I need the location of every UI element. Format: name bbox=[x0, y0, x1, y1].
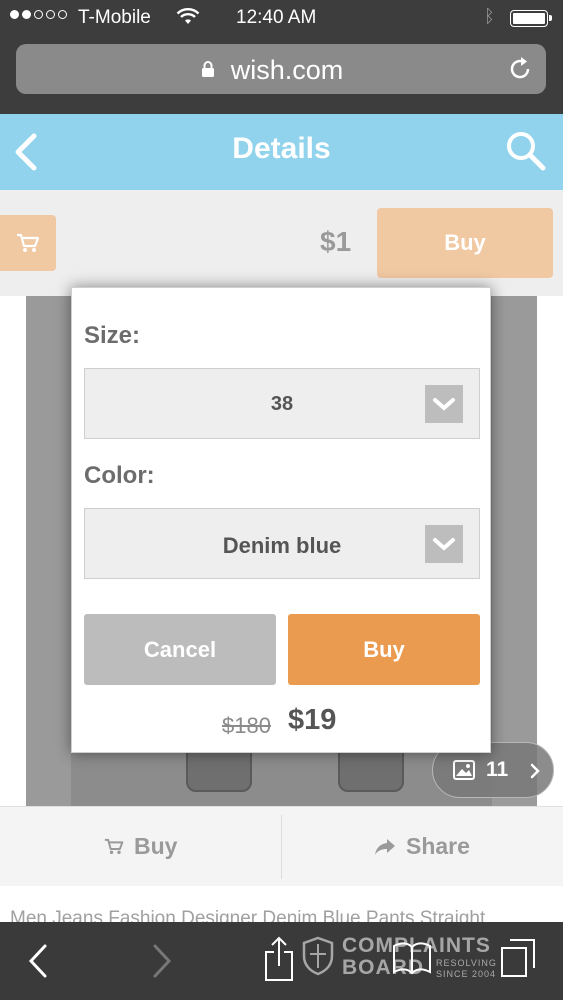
original-price: $180 bbox=[222, 713, 271, 738]
watermark-logo: COMPLAINTS BOARD RESOLVING SINCE 2004 bbox=[300, 934, 530, 984]
gallery-count: 11 bbox=[486, 758, 509, 781]
action-bar: Buy Share bbox=[0, 806, 563, 886]
confirm-buy-button[interactable]: Buy bbox=[288, 614, 480, 685]
cart-icon bbox=[17, 233, 40, 252]
wifi-icon bbox=[176, 8, 200, 24]
buy-button[interactable]: Buy bbox=[377, 208, 553, 278]
chevron-down-icon bbox=[425, 385, 463, 423]
bluetooth-icon: ᛒ bbox=[484, 6, 495, 26]
share-icon[interactable] bbox=[262, 936, 296, 982]
share-arrow-icon bbox=[375, 838, 395, 855]
forward-icon[interactable] bbox=[150, 942, 174, 980]
watermark-line1: COMPLAINTS bbox=[342, 934, 491, 957]
shield-icon bbox=[302, 936, 334, 976]
color-select[interactable]: Denim blue bbox=[84, 508, 480, 579]
chevron-right-icon bbox=[530, 763, 540, 779]
image-edge bbox=[492, 296, 537, 806]
url-text: wish.com bbox=[230, 55, 344, 85]
back-icon[interactable] bbox=[26, 942, 50, 980]
buy-action[interactable]: Buy bbox=[104, 833, 177, 860]
product-description: Men Jeans Fashion Designer Denim Blue Pa… bbox=[0, 886, 563, 922]
reload-icon[interactable] bbox=[508, 56, 532, 82]
product-title: Men Jeans Fashion Designer Denim Blue Pa… bbox=[10, 908, 486, 922]
watermark-tagline2: SINCE 2004 bbox=[436, 969, 497, 979]
share-action[interactable]: Share bbox=[374, 833, 470, 860]
search-icon[interactable] bbox=[505, 130, 547, 172]
size-select[interactable]: 38 bbox=[84, 368, 480, 439]
address-bar[interactable]: wish.com bbox=[16, 44, 546, 94]
sale-price: $19 bbox=[288, 704, 337, 736]
watermark-tagline: RESOLVING SINCE 2004 bbox=[436, 958, 497, 980]
variant-selector-modal: Size: 38 Color: Denim blue Cancel Buy $1… bbox=[71, 287, 491, 753]
watermark-tagline1: RESOLVING bbox=[436, 958, 497, 968]
carrier-name: T-Mobile bbox=[78, 7, 151, 28]
cart-icon bbox=[104, 838, 124, 854]
cancel-button[interactable]: Cancel bbox=[84, 614, 276, 685]
size-label: Size: bbox=[84, 322, 141, 349]
color-value: Denim blue bbox=[222, 533, 342, 558]
image-icon bbox=[453, 760, 475, 780]
app-header: Details bbox=[0, 114, 563, 190]
watermark-line2: BOARD bbox=[342, 956, 424, 979]
clock: 12:40 AM bbox=[236, 7, 317, 28]
share-action-label: Share bbox=[406, 833, 470, 859]
buy-action-label: Buy bbox=[134, 833, 178, 859]
product-price: $1 bbox=[320, 226, 352, 257]
color-label: Color: bbox=[84, 462, 155, 489]
signal-strength-icon bbox=[10, 10, 67, 19]
image-edge bbox=[26, 296, 71, 806]
divider bbox=[281, 815, 282, 879]
cart-button[interactable] bbox=[0, 215, 56, 271]
status-bar: T-Mobile 12:40 AM ᛒ bbox=[0, 0, 563, 36]
browser-address-area: wish.com bbox=[0, 36, 563, 114]
size-value: 38 bbox=[270, 393, 294, 415]
chevron-down-icon bbox=[425, 525, 463, 563]
battery-icon bbox=[510, 10, 552, 27]
page-title: Details bbox=[232, 132, 331, 165]
purchase-row: $1 Buy bbox=[0, 190, 563, 296]
